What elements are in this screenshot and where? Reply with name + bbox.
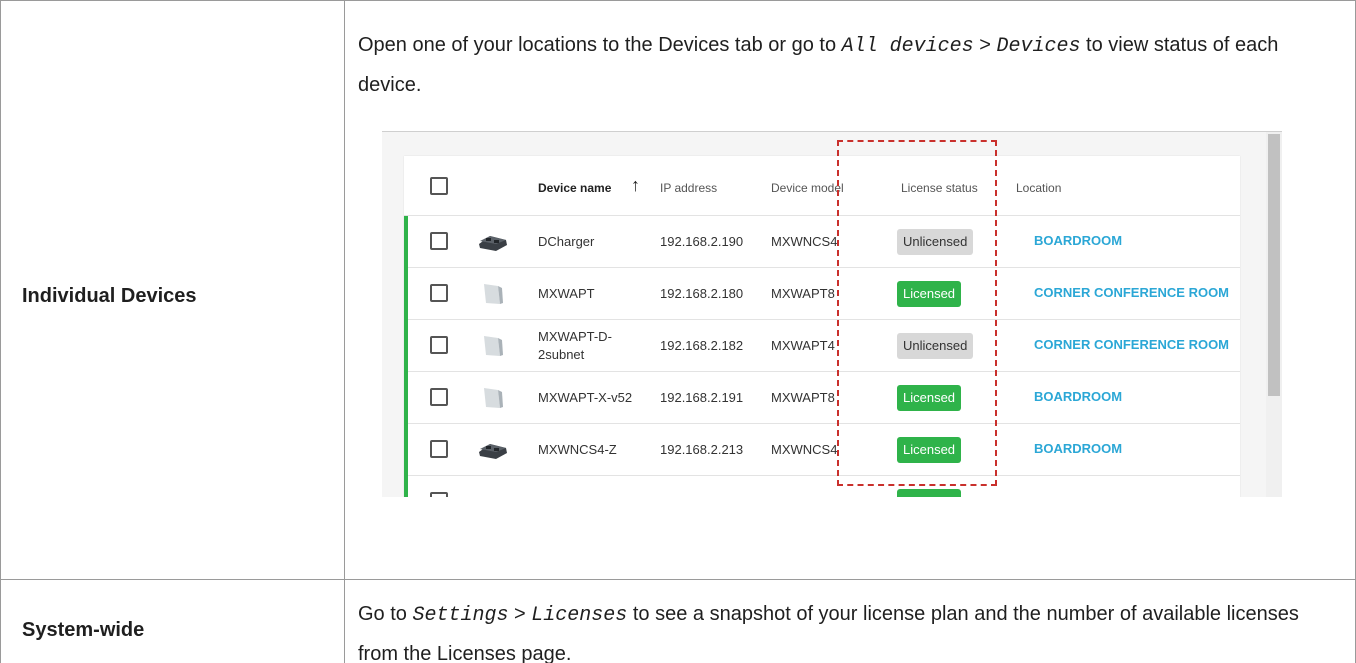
column-header-license[interactable]: License status [901,181,978,195]
status-indicator-bar [404,476,408,497]
status-indicator-bar [404,268,408,320]
table-row[interactable]: MXWAPT-D- 2subnet 192.168.2.182 MXWAPT4 Unli… [404,320,1240,372]
code-devices: Devices [996,35,1081,58]
row-checkbox[interactable] [430,232,448,250]
table-row[interactable]: MXWAPT-X-v52 192.168.2.191 MXWAPT8 Licensed… [404,372,1240,424]
device-name[interactable]: MXWAPT-D- 2subnet [538,328,658,364]
devices-screenshot: Device name ↑ IP address Device model Li… [382,131,1282,497]
table-row-individual-devices: Individual Devices Open one of your loca… [0,0,1356,580]
device-model: MXWNCS4 [771,234,838,249]
select-all-checkbox[interactable] [430,177,448,195]
status-indicator-bar [404,320,408,372]
ip-address: 192.168.2.213 [660,442,744,457]
table-row-system-wide: System-wide Go to Settings > Licenses to… [0,579,1356,663]
charger-icon [476,230,510,254]
row-checkbox[interactable] [430,492,448,497]
device-model: MXWAPT4 [771,338,835,353]
device-model: MXWAPT8 [771,286,835,301]
code-all-devices: All devices [841,35,974,58]
location-link[interactable]: BOARDROOM [1034,233,1122,248]
table-row[interactable]: MXWNCS4-Z 192.168.2.213 MXWNCS4 Licensed BOA… [404,424,1240,476]
device-name[interactable]: MXWAPT [538,286,658,301]
license-status-badge: Licensed [897,385,962,411]
column-header-location[interactable]: Location [1016,181,1061,195]
row-checkbox[interactable] [430,388,448,406]
device-table-header: Device name ↑ IP address Device model Li… [404,156,1240,216]
scrollbar-thumb[interactable] [1268,134,1280,396]
column-header-ip[interactable]: IP address [660,181,717,195]
access-point-icon [476,386,510,410]
table-row[interactable]: DCharger 192.168.2.190 MXWNCS4 Unlicensed BO… [404,216,1240,268]
location-link[interactable]: CORNER CONFERENCE ROOM [1034,337,1229,352]
access-point-icon [476,282,510,306]
license-status-badge: Unlicensed [897,333,974,359]
ip-address: 192.168.2.191 [660,390,744,405]
device-table: Device name ↑ IP address Device model Li… [404,156,1240,497]
code-licenses: Licenses [531,604,628,627]
ip-address: 192.168.2.180 [660,286,744,301]
license-status-badge: Licensed [897,281,962,307]
location-link[interactable]: CORNER CONFERENCE ROOM [1034,285,1229,300]
device-model: MXWAPT8 [771,390,835,405]
ip-address: 192.168.2.182 [660,338,744,353]
row-checkbox[interactable] [430,284,448,302]
doc-table: Individual Devices Open one of your loca… [0,0,1356,663]
row-label: System-wide [22,619,145,641]
code-settings: Settings [412,604,509,627]
location-link[interactable]: BOARDROOM [1034,441,1122,456]
sort-arrow-up-icon[interactable]: ↑ [631,175,640,196]
access-point-icon [476,334,510,358]
license-status-badge [897,489,961,497]
charger-icon [476,438,510,462]
device-name[interactable]: MXWAPT-X-v52 [538,390,658,405]
device-name[interactable]: DCharger [538,234,658,249]
row-checkbox[interactable] [430,440,448,458]
status-indicator-bar [404,216,408,268]
column-header-model[interactable]: Device model [771,181,844,195]
ip-address: 192.168.2.190 [660,234,744,249]
device-name[interactable]: MXWNCS4-Z [538,442,658,457]
location-link[interactable]: BOARDROOM [1034,389,1122,404]
table-row[interactable] [404,476,1240,497]
license-status-badge: Licensed [897,437,962,463]
column-header-device-name[interactable]: Device name [538,181,611,195]
row-description: Open one of your locations to the Device… [358,34,1279,96]
table-row[interactable]: MXWAPT 192.168.2.180 MXWAPT8 Licensed CORNER… [404,268,1240,320]
row-checkbox[interactable] [430,336,448,354]
status-indicator-bar [404,424,408,476]
device-model: MXWNCS4 [771,442,838,457]
status-indicator-bar [404,372,408,424]
row-label: Individual Devices [22,285,197,307]
row-description: Go to Settings > Licenses to see a snaps… [358,603,1299,663]
license-status-badge: Unlicensed [897,229,974,255]
